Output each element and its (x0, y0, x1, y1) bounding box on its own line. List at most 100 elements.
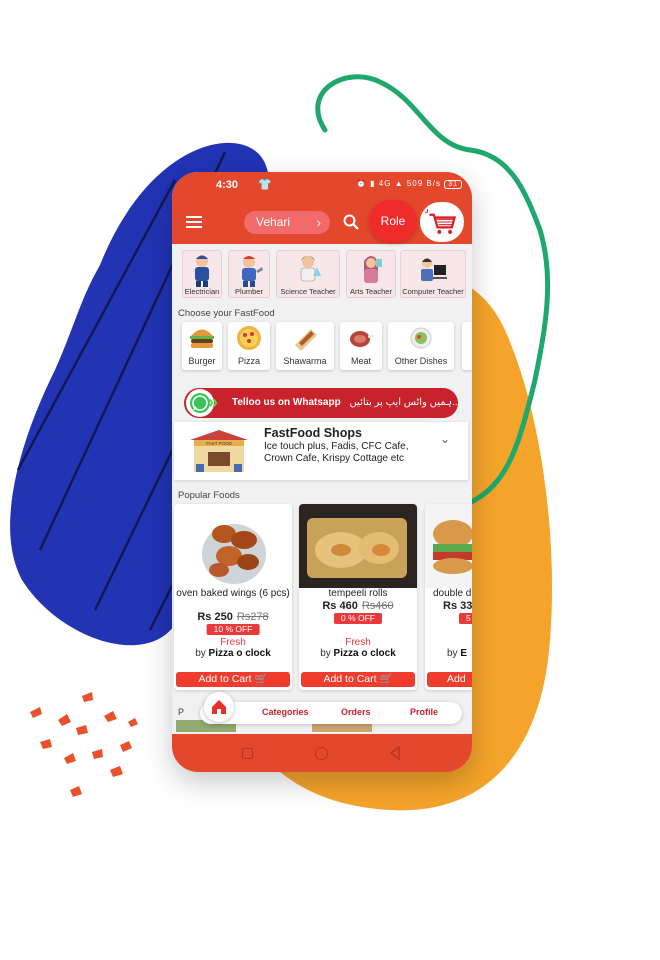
phone-screen: 4:30 👕 ⏰ ▮ 4G ▲ 509 B/s 31 Vehari › Role (172, 172, 472, 772)
status-indicators: ⏰ ▮ 4G ▲ 509 B/s (355, 179, 441, 188)
whatsapp-banner[interactable]: » Telloo us on Whatsapp ہمیں واٹس ایپ پر… (184, 388, 460, 418)
category-meat[interactable]: Meat (340, 322, 382, 370)
services-row: Electrician Plumber Science Teacher Arts… (180, 250, 472, 298)
meat-icon (350, 331, 374, 347)
whatsapp-text-urdu: ہمیں واٹس ایپ پر بتائیں... (349, 397, 461, 408)
role-button[interactable]: Role (369, 200, 417, 242)
category-burger[interactable]: Burger (182, 322, 222, 370)
other-dishes-icon (410, 327, 432, 349)
popular-foods-title: Popular Foods (178, 490, 240, 501)
shawarma-icon (295, 329, 317, 351)
discount-badge: 10 % OFF (206, 624, 260, 635)
bottom-navigation: P Categories Orders Profile (178, 692, 462, 724)
product-old-price: Rs278 (236, 611, 269, 623)
pizza-icon (237, 326, 261, 350)
category-peek[interactable] (462, 322, 472, 370)
shop-name: by Pizza o clock (195, 648, 271, 659)
hamburger-menu-icon[interactable] (186, 216, 202, 228)
product-name: tempeeli rolls (328, 588, 388, 599)
product-image-burger (425, 504, 472, 588)
category-label: Shawarma (283, 356, 327, 366)
recent-apps-button[interactable] (242, 748, 253, 759)
fastfood-shop-illustration: FAST FOOD (190, 430, 248, 472)
cart-badge: 0 (424, 206, 429, 215)
service-label: Plumber (235, 287, 263, 296)
service-computer-teacher[interactable]: Computer Teacher (400, 250, 466, 298)
category-label: Pizza (237, 356, 260, 366)
tab-orders[interactable]: Orders (341, 707, 371, 717)
product-image-wings (174, 504, 292, 588)
status-bar: 4:30 👕 ⏰ ▮ 4G ▲ 509 B/s 31 (172, 178, 472, 194)
whatsapp-text: Telloo us on Whatsapp ہمیں واٹس ایپ پر ب… (232, 388, 460, 418)
product-old-price: Rs460 (361, 600, 394, 612)
service-label: Computer Teacher (402, 287, 464, 296)
plumber-icon (242, 256, 263, 287)
fastfood-section-title: Choose your FastFood (178, 308, 275, 319)
back-button[interactable] (388, 746, 402, 760)
service-plumber[interactable]: Plumber (228, 250, 270, 298)
chevron-right-icon: › (316, 215, 321, 230)
product-name: double d (433, 588, 472, 599)
product-image-rolls (299, 504, 417, 588)
home-tab[interactable] (204, 692, 234, 722)
double-chevron-icon: » (208, 392, 219, 412)
category-label: Other Dishes (394, 356, 448, 366)
search-icon[interactable] (343, 214, 359, 230)
battery-icon: 31 (444, 180, 462, 189)
system-navigation-bar (172, 734, 472, 772)
product-card[interactable]: double d Rs 33 5 by E Add (425, 504, 472, 690)
product-price: Rs 33 (443, 600, 472, 612)
category-label: Burger (188, 356, 216, 366)
category-label: Meat (350, 356, 371, 366)
shop-name: by Pizza o clock (320, 648, 396, 659)
add-to-cart-button[interactable]: Add to Cart 🛒 (301, 672, 415, 687)
add-to-cart-button[interactable]: Add to Cart 🛒 (176, 672, 290, 687)
home-icon (212, 700, 226, 714)
location-label: Vehari (256, 215, 291, 229)
service-arts-teacher[interactable]: Arts Teacher (346, 250, 396, 298)
popular-foods-list: oven baked wings (6 pcs) Rs 250 Rs278 10 … (172, 504, 472, 690)
app-header: 4:30 👕 ⏰ ▮ 4G ▲ 509 B/s 31 Vehari › Role (172, 172, 472, 244)
tab-profile[interactable]: Profile (410, 707, 438, 717)
shop-name: by E (447, 648, 468, 659)
science-teacher-icon (300, 256, 321, 282)
computer-teacher-icon (421, 258, 447, 281)
category-other-dishes[interactable]: Other Dishes (388, 322, 454, 370)
shops-card-description: Ice touch plus, Fadis, CFC Cafe, Crown C… (264, 441, 409, 464)
product-card[interactable]: oven baked wings (6 pcs) Rs 250 Rs278 10 … (174, 504, 292, 690)
product-price: Rs 250 Rs278 (197, 611, 269, 623)
whatsapp-text-en: Telloo us on Whatsapp (232, 397, 341, 408)
status-icons: ⏰ ▮ 4G ▲ 509 B/s 31 (356, 179, 462, 189)
shop-sign-text: FAST FOOD (206, 441, 232, 446)
service-label: Science Teacher (280, 287, 336, 296)
home-button[interactable] (315, 747, 328, 760)
service-label: Electrician (184, 287, 220, 296)
discount-badge: 5 (459, 613, 472, 624)
status-time: 4:30 (216, 179, 239, 191)
product-name: oven baked wings (6 pcs) (176, 588, 290, 599)
shirt-icon: 👕 (258, 179, 272, 191)
service-label: Arts Teacher (350, 287, 392, 296)
category-pizza[interactable]: Pizza (228, 322, 270, 370)
fastfood-shops-card[interactable]: FAST FOOD FastFood Shops Ice touch plus,… (174, 422, 468, 480)
add-to-cart-button[interactable]: Add (427, 672, 472, 687)
cart-logo-button[interactable]: 0 (420, 202, 464, 242)
location-selector[interactable]: Vehari › (244, 211, 330, 234)
fastfood-categories-row: Burger Pizza Shawarma Meat Other Dishes (180, 322, 472, 370)
fresh-label: Fresh (220, 637, 246, 648)
arts-teacher-icon (364, 256, 382, 283)
category-shawarma[interactable]: Shawarma (276, 322, 334, 370)
service-science-teacher[interactable]: Science Teacher (276, 250, 340, 298)
product-card[interactable]: tempeeli rolls Rs 460 Rs460 0 % OFF Fresh… (299, 504, 417, 690)
chevron-down-icon[interactable]: ⌄ (440, 432, 450, 446)
fresh-label: Fresh (345, 637, 371, 648)
shops-card-title: FastFood Shops (264, 426, 362, 440)
electrician-icon (195, 255, 209, 287)
burger-icon (190, 329, 214, 348)
product-price: Rs 460 Rs460 (322, 600, 394, 612)
orange-confetti (30, 692, 138, 797)
section-peek-letter: P (178, 707, 185, 717)
service-electrician[interactable]: Electrician (182, 250, 222, 298)
tab-categories[interactable]: Categories (262, 707, 309, 717)
discount-badge: 0 % OFF (333, 613, 383, 624)
